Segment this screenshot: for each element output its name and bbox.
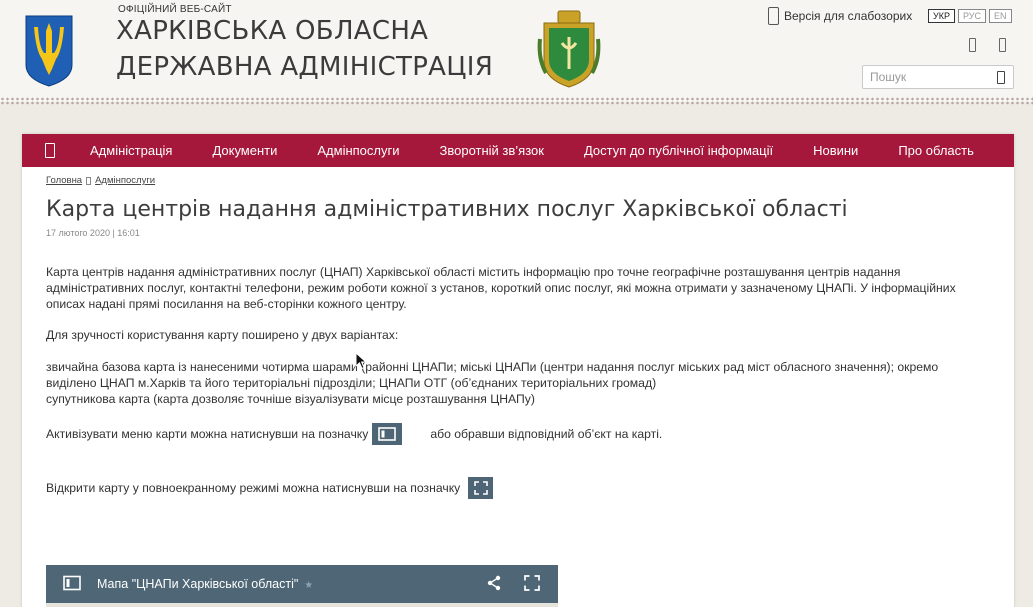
accessibility-label: Версія для слабозорих [784,9,913,23]
map-menu-icon [378,427,397,441]
lang-en[interactable]: EN [989,9,1012,23]
site-title-line2[interactable]: ДЕРЖАВНА АДМІНІСТРАЦІЯ [116,52,493,82]
site-header: ОФІЦІЙНИЙ ВЕБ-САЙТ ХАРКІВСЬКА ОБЛАСНА ДЕ… [0,0,1033,102]
main-nav: Адміністрація Документи Адмінпослуги Зво… [22,134,1014,167]
article-paragraph-variants: Для зручності користування карту поширен… [46,328,399,342]
mouse-cursor-icon [355,352,367,370]
map-menu-sample-button [372,423,403,445]
kharkiv-coat-of-arms-icon [537,10,601,88]
article-paragraph-menu-hint: Активізувати меню карти можна натиснувши… [46,423,991,445]
accessibility-version-link[interactable]: Версія для слабозорих [768,6,912,26]
variant-satellite-map: супутникова карта (карта дозволяє точніш… [46,392,535,406]
map-canvas[interactable] [46,603,558,607]
search-icon[interactable] [997,71,1005,84]
breadcrumb: Головна Адмінпослуги [46,175,155,186]
menu-hint-text-after: або обравши відповідний об’єкт на карті. [430,427,663,441]
share-icon[interactable] [486,575,502,591]
nav-item-feedback[interactable]: Зворотній зв’язок [420,134,564,167]
nav-items: Адміністрація Документи Адмінпослуги Зво… [78,134,994,167]
nav-item-about-region[interactable]: Про область [878,134,994,167]
breadcrumb-admin-services-link[interactable]: Адмінпослуги [95,175,155,186]
official-site-label: ОФІЦІЙНИЙ ВЕБ-САЙТ [118,4,232,15]
language-switcher: УКР РУС EN [928,9,1012,23]
nav-home-button[interactable] [22,134,78,167]
nav-item-news[interactable]: Новини [793,134,878,167]
search-box [862,65,1014,89]
map-star-icon[interactable]: ★ [304,580,313,591]
site-title-line1[interactable]: ХАРКІВСЬКА ОБЛАСНА [116,16,428,46]
lang-ukr[interactable]: УКР [928,9,955,23]
fullscreen-sample-button [468,477,494,499]
nav-item-documents[interactable]: Документи [192,134,297,167]
publish-date: 17 лютого 2020 | 16:01 [46,228,140,238]
youtube-icon[interactable] [999,38,1006,52]
article-paragraph-intro: Карта центрів надання адміністративних п… [46,265,956,311]
nav-item-administration[interactable]: Адміністрація [78,134,192,167]
page-title: Карта центрів надання адміністративних п… [46,197,848,222]
trident-emblem-icon[interactable] [22,13,76,88]
nav-item-admin-services[interactable]: Адмінпослуги [297,134,419,167]
fullscreen-hint-text: Відкрити карту у повноекранному режимі м… [46,481,461,495]
article-paragraph-fullscreen-hint: Відкрити карту у повноекранному режимі м… [46,477,991,499]
menu-hint-text-before: Активізувати меню карти можна натиснувши… [46,427,369,441]
accessibility-icon [768,7,779,25]
breadcrumb-home-link[interactable]: Головна [46,175,82,186]
fullscreen-icon [473,481,488,495]
lang-rus[interactable]: РУС [957,9,986,23]
map-title: Мапа "ЦНАПи Харківської області" ★ [97,577,314,591]
nav-item-public-info[interactable]: Доступ до публічної інформації [564,134,793,167]
map-menu-toggle-icon[interactable] [63,575,81,591]
variant-basic-map: звичайна базова карта із нанесеними чоти… [46,360,939,390]
map-embed-header: Мапа "ЦНАПи Харківської області" ★ [46,565,558,603]
breadcrumb-separator-icon [86,176,92,185]
search-input[interactable] [863,66,988,88]
article-variants-list: звичайна базова карта із нанесеними чоти… [46,359,991,407]
facebook-icon[interactable] [969,38,976,52]
content-card: Адміністрація Документи Адмінпослуги Зво… [22,134,1014,607]
header-dotted-border [0,97,1033,105]
home-icon [45,143,55,158]
map-fullscreen-icon[interactable] [524,575,540,591]
